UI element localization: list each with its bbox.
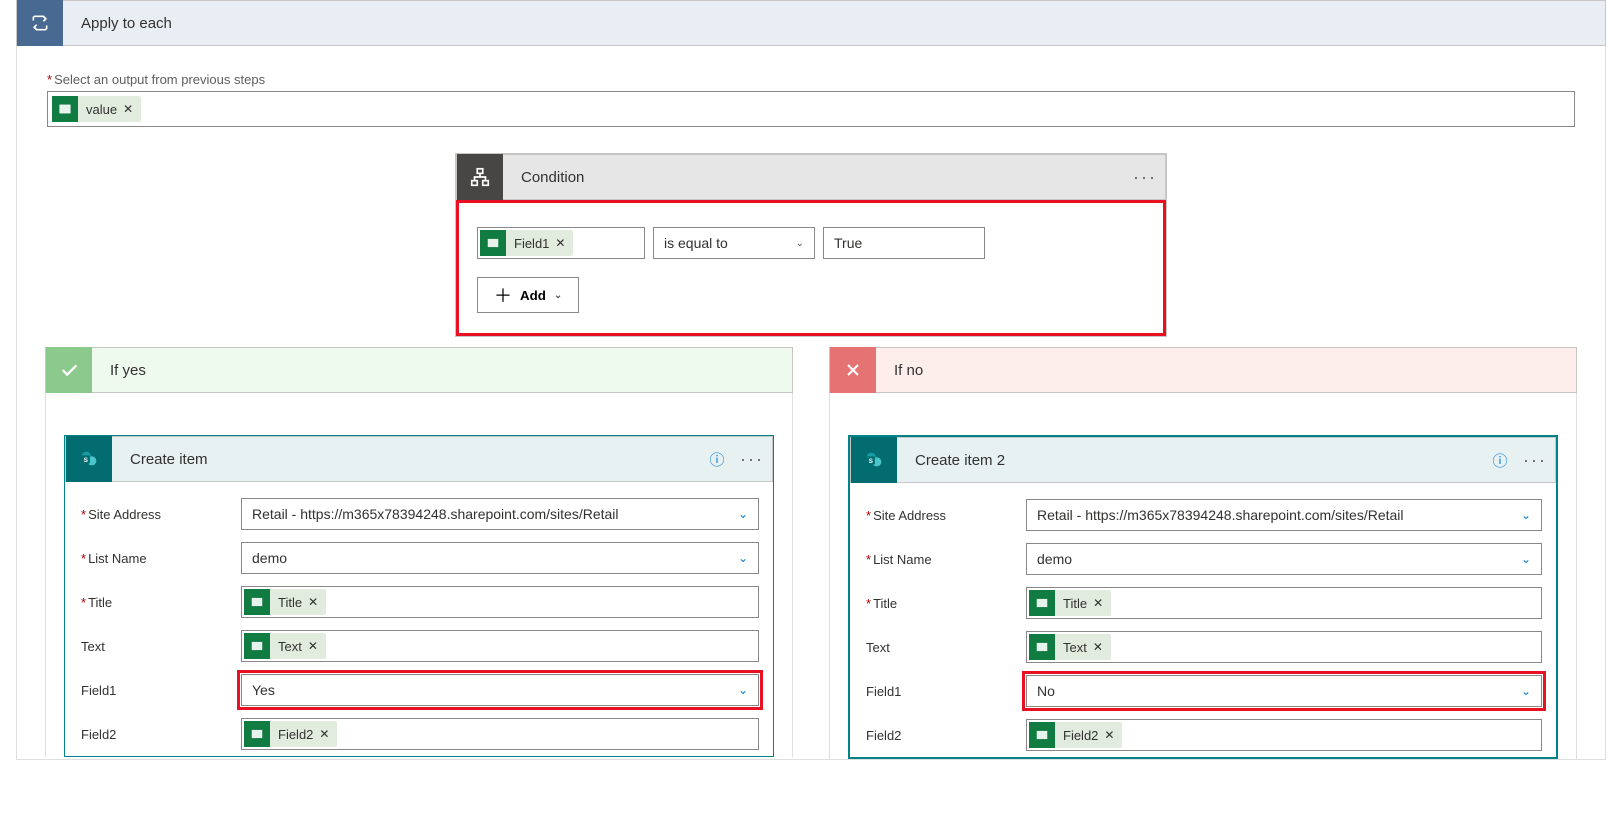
- excel-icon: [244, 721, 270, 747]
- create-item-2-header[interactable]: S Create item 2 ⓘ ···: [850, 437, 1556, 483]
- condition-card: Condition ··· Field1 ✕ is equal to ⌄ Tru…: [455, 153, 1167, 337]
- create-item-2-card: S Create item 2 ⓘ ··· *Site Address Reta…: [848, 435, 1558, 759]
- chevron-down-icon: ⌄: [1521, 552, 1531, 566]
- add-condition-button[interactable]: ＋ Add ⌄: [477, 277, 579, 313]
- remove-token-icon[interactable]: ✕: [1093, 640, 1103, 654]
- remove-token-icon[interactable]: ✕: [308, 639, 318, 653]
- chevron-down-icon: ⌄: [796, 238, 804, 249]
- field2-input[interactable]: Field2✕: [241, 718, 759, 750]
- create-item-header[interactable]: S Create item ⓘ ···: [65, 436, 773, 482]
- field2-label: Field2: [79, 727, 229, 742]
- field1-dropdown[interactable]: No⌄: [1026, 675, 1542, 707]
- output-token-input[interactable]: value ✕: [47, 91, 1575, 127]
- condition-operator-dropdown[interactable]: is equal to ⌄: [653, 227, 815, 259]
- field1-label: Field1: [79, 683, 229, 698]
- text-label: Text: [864, 640, 1014, 655]
- condition-header[interactable]: Condition ···: [456, 154, 1166, 200]
- list-name-label: *List Name: [864, 552, 1014, 567]
- condition-right-operand[interactable]: True: [823, 227, 985, 259]
- field2-label: Field2: [864, 728, 1014, 743]
- help-icon[interactable]: ⓘ: [702, 449, 732, 470]
- remove-token-icon[interactable]: ✕: [123, 102, 133, 116]
- excel-icon: [480, 230, 506, 256]
- remove-token-icon[interactable]: ✕: [1104, 728, 1114, 742]
- site-address-dropdown[interactable]: Retail - https://m365x78394248.sharepoin…: [1026, 499, 1542, 531]
- field1-token[interactable]: Field1 ✕: [480, 230, 573, 256]
- site-address-dropdown[interactable]: Retail - https://m365x78394248.sharepoin…: [241, 498, 759, 530]
- chevron-down-icon: ⌄: [1521, 508, 1531, 522]
- excel-icon: [244, 589, 270, 615]
- plus-icon: ＋: [494, 282, 512, 308]
- condition-menu[interactable]: ···: [1125, 167, 1165, 188]
- condition-icon: [457, 154, 503, 200]
- sharepoint-icon: S: [66, 436, 112, 482]
- if-yes-header[interactable]: If yes: [45, 347, 793, 393]
- title-token[interactable]: Title✕: [1029, 590, 1111, 616]
- if-no-header[interactable]: If no: [829, 347, 1577, 393]
- excel-icon: [52, 96, 78, 122]
- title-input[interactable]: Title✕: [1026, 587, 1542, 619]
- list-name-dropdown[interactable]: demo⌄: [241, 542, 759, 574]
- title-input[interactable]: Title✕: [241, 586, 759, 618]
- field1-label: Field1: [864, 684, 1014, 699]
- create-item-menu[interactable]: ···: [732, 449, 772, 470]
- title-label: *Title: [79, 595, 229, 610]
- chevron-down-icon: ⌄: [738, 551, 748, 565]
- apply-to-each-header[interactable]: Apply to each: [16, 0, 1606, 46]
- site-address-label: *Site Address: [864, 508, 1014, 523]
- excel-icon: [1029, 590, 1055, 616]
- if-no-branch: If no S Create item 2 ⓘ ··· *Site Addres…: [829, 347, 1577, 759]
- list-name-dropdown[interactable]: demo⌄: [1026, 543, 1542, 575]
- condition-left-operand[interactable]: Field1 ✕: [477, 227, 645, 259]
- excel-icon: [244, 633, 270, 659]
- field2-token[interactable]: Field2✕: [244, 721, 337, 747]
- title-token[interactable]: Title✕: [244, 589, 326, 615]
- title-label: *Title: [864, 596, 1014, 611]
- sharepoint-icon: S: [851, 437, 897, 483]
- text-token[interactable]: Text✕: [244, 633, 326, 659]
- svg-text:S: S: [84, 457, 89, 464]
- remove-token-icon[interactable]: ✕: [1093, 596, 1103, 610]
- field1-dropdown[interactable]: Yes⌄: [241, 674, 759, 706]
- excel-icon: [1029, 634, 1055, 660]
- checkmark-icon: [46, 347, 92, 393]
- site-address-label: *Site Address: [79, 507, 229, 522]
- text-label: Text: [79, 639, 229, 654]
- remove-token-icon[interactable]: ✕: [319, 727, 329, 741]
- list-name-label: *List Name: [79, 551, 229, 566]
- condition-body-highlighted: Field1 ✕ is equal to ⌄ True ＋ Add ⌄: [456, 200, 1166, 336]
- svg-text:S: S: [869, 458, 874, 465]
- chevron-down-icon: ⌄: [1521, 684, 1531, 698]
- text-input[interactable]: Text✕: [241, 630, 759, 662]
- x-icon: [830, 347, 876, 393]
- create-item-card: S Create item ⓘ ··· *Site Address Retail…: [64, 435, 774, 757]
- field2-input[interactable]: Field2✕: [1026, 719, 1542, 751]
- remove-token-icon[interactable]: ✕: [308, 595, 318, 609]
- text-token[interactable]: Text✕: [1029, 634, 1111, 660]
- create-item-2-menu[interactable]: ···: [1515, 450, 1555, 471]
- output-label: *Select an output from previous steps: [17, 72, 1605, 87]
- text-input[interactable]: Text✕: [1026, 631, 1542, 663]
- chevron-down-icon: ⌄: [738, 683, 748, 697]
- remove-token-icon[interactable]: ✕: [555, 236, 565, 250]
- condition-title: Condition: [503, 169, 1125, 186]
- apply-to-each-icon: [17, 0, 63, 46]
- chevron-down-icon: ⌄: [554, 290, 562, 301]
- value-token[interactable]: value ✕: [52, 96, 141, 122]
- chevron-down-icon: ⌄: [738, 507, 748, 521]
- help-icon[interactable]: ⓘ: [1485, 450, 1515, 471]
- field2-token[interactable]: Field2✕: [1029, 722, 1122, 748]
- apply-to-each-title: Apply to each: [63, 15, 1605, 32]
- if-yes-branch: If yes S Create item ⓘ ··· *Site Address: [45, 347, 793, 759]
- excel-icon: [1029, 722, 1055, 748]
